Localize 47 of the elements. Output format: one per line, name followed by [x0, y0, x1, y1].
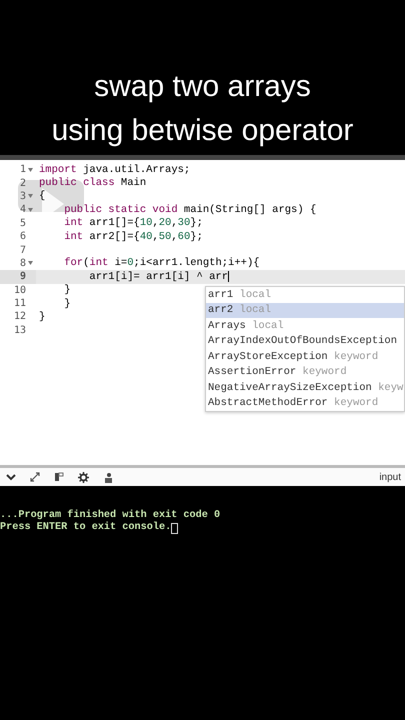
suggestion-item[interactable]: arr2 local [206, 302, 404, 318]
suggestion-item[interactable]: NegativeArraySizeException keyw [206, 380, 404, 396]
line-number: 3 [20, 190, 26, 202]
chevron-down-icon[interactable] [6, 473, 16, 481]
console-output-line: Press ENTER to exit console. [0, 522, 405, 534]
expand-icon[interactable] [30, 472, 40, 482]
code-line: } [39, 310, 46, 323]
settings-icon[interactable] [78, 472, 89, 482]
suggestion-item[interactable]: Arrays local [206, 318, 404, 334]
console-output-line: ...Program finished with exit code 0 [0, 510, 222, 522]
code-line: { [39, 190, 46, 202]
line-number: 8 [20, 258, 26, 269]
line-number: 11 [14, 298, 26, 310]
suggestion-item[interactable]: arr1 local [206, 287, 404, 302]
suggestion-item[interactable]: ArrayIndexOutOfBoundsException [206, 334, 404, 349]
line-number: 1 [20, 164, 26, 176]
line-number: 2 [20, 178, 26, 189]
code-line: int arr1[]={10,20,30}; [63, 217, 203, 230]
line-number: 4 [20, 204, 26, 216]
fold-arrow-icon[interactable] [27, 194, 33, 198]
code-line: public class Main [39, 177, 146, 190]
code-line: for(int i=0;i<arr1.length;i++){ [63, 257, 260, 270]
line-number: 5 [20, 218, 26, 229]
code-line: int arr2[]={40,50,60}; [63, 230, 203, 243]
fold-arrow-icon[interactable] [27, 208, 33, 212]
input-tab[interactable]: input [379, 472, 401, 482]
video-title-line: swap two arrays [94, 69, 311, 105]
line-number: 12 [14, 311, 26, 322]
suggestion-item[interactable]: AssertionError keyword [206, 364, 404, 380]
code-line: public static void main(String[] args) { [63, 204, 316, 216]
panel-icon[interactable] [54, 472, 64, 482]
fold-arrow-icon[interactable] [27, 261, 33, 266]
cursor-icon [171, 522, 178, 534]
suggestion-item[interactable]: ArrayStoreException keyword [206, 349, 404, 364]
line-number: 9 [20, 271, 26, 282]
video-title-line: using betwise operator [52, 113, 354, 149]
line-number: 13 [14, 324, 26, 336]
line-number: 10 [14, 284, 26, 296]
suggestion-item[interactable]: AbstractMethodError keyword [206, 396, 404, 411]
code-line: } [63, 284, 71, 296]
person-icon[interactable] [103, 472, 113, 482]
code-line: } [63, 298, 71, 310]
line-number: 6 [20, 231, 26, 242]
line-number: 7 [20, 244, 26, 256]
code-line: import java.util.Arrays; [39, 164, 190, 176]
fold-arrow-icon[interactable] [27, 168, 33, 172]
code-line: arr1[i]= arr1[i] ^ arr [88, 270, 230, 283]
